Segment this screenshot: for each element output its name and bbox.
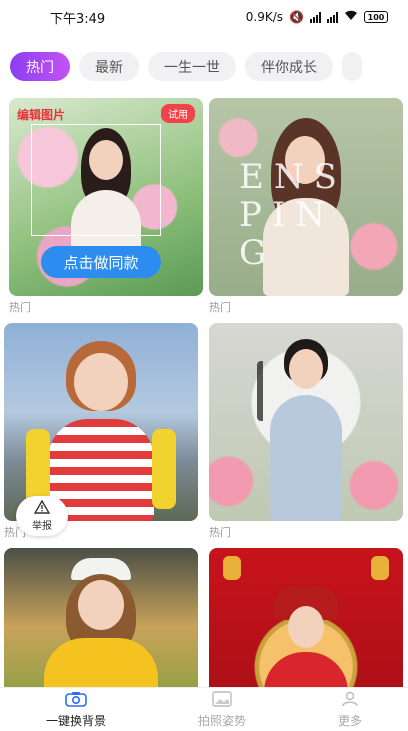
battery-icon: 100: [364, 11, 388, 23]
status-icons: 0.9K/s 🔇 100: [246, 10, 388, 24]
template-card[interactable]: 编辑图片 试用 点击做同款 热门: [9, 98, 203, 314]
warning-icon: [33, 499, 51, 517]
template-thumbnail[interactable]: [4, 323, 198, 521]
nav-more[interactable]: 更多: [338, 691, 362, 729]
calligraphy-decoration: [257, 361, 287, 421]
report-button[interactable]: 举报: [16, 496, 68, 536]
template-card[interactable]: ENSPING 热门: [209, 98, 403, 314]
network-speed: 0.9K/s: [245, 10, 284, 24]
wifi-icon: [344, 10, 358, 24]
nav-label: 更多: [337, 713, 362, 728]
person-icon: [341, 691, 359, 710]
poster-overlay-text: ENSPING: [239, 157, 347, 273]
tab-hot[interactable]: 热门: [10, 52, 70, 81]
template-thumbnail[interactable]: ENSPING: [209, 98, 403, 296]
camera-icon: [65, 691, 87, 710]
trial-badge: 试用: [161, 104, 195, 123]
card-caption: 热门: [209, 526, 231, 539]
nav-photo-poses[interactable]: 拍照姿势: [197, 690, 246, 729]
tab-latest[interactable]: 最新: [79, 52, 139, 81]
category-tabs: 热门 最新 一生一世 伴你成长: [10, 52, 408, 82]
nav-label: 一键换背景: [45, 713, 106, 728]
image-icon: [212, 690, 232, 710]
tab-lifetime[interactable]: 一生一世: [148, 52, 236, 81]
lantern-decoration: [371, 556, 389, 580]
nav-change-background[interactable]: 一键换背景: [46, 691, 106, 729]
status-bar: 下午3:49 0.9K/s 🔇 100: [0, 0, 408, 34]
template-thumbnail[interactable]: [209, 323, 403, 521]
card-caption: 热门: [9, 301, 31, 314]
signal-icon-2: [327, 11, 338, 23]
portrait-figure: [26, 341, 176, 521]
mute-icon: 🔇: [289, 10, 304, 24]
card-caption: 热门: [209, 301, 231, 314]
signal-icon: [310, 11, 321, 23]
lantern-decoration: [223, 556, 241, 580]
bottom-nav: 一键换背景 拍照姿势 更多: [0, 687, 408, 731]
tab-more-partial[interactable]: [342, 52, 362, 81]
status-time: 下午3:49: [50, 11, 106, 27]
nav-label: 拍照姿势: [197, 713, 246, 728]
edit-image-label: 编辑图片: [17, 108, 66, 122]
crop-frame: [31, 124, 161, 236]
template-card[interactable]: 热门: [209, 323, 403, 539]
template-thumbnail[interactable]: 编辑图片 试用 点击做同款: [9, 98, 203, 296]
report-label: 举报: [32, 521, 52, 532]
tab-growing-up[interactable]: 伴你成长: [245, 52, 333, 81]
make-same-button[interactable]: 点击做同款: [41, 246, 161, 278]
